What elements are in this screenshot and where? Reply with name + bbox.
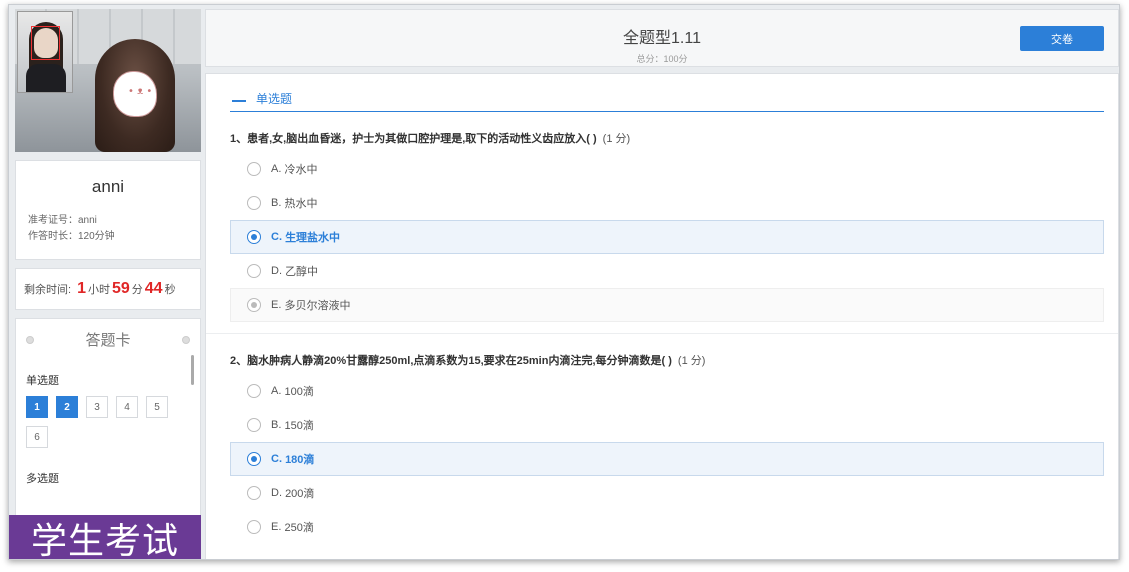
question-points: (1 分): [602, 133, 631, 145]
exam-title: 全题型1.11: [623, 30, 701, 47]
timer-hours-unit: 小时: [87, 284, 110, 296]
option-e[interactable]: E. 多贝尔溶液中: [230, 288, 1104, 322]
exam-header: 全题型1.11 总分：100分 交卷: [205, 9, 1119, 67]
option-text: 250滴: [284, 522, 314, 534]
radio-icon[interactable]: [247, 196, 261, 210]
radio-selected-icon[interactable]: [247, 452, 261, 466]
radio-icon[interactable]: [247, 264, 261, 278]
option-a[interactable]: A. 100滴: [230, 374, 1104, 408]
privacy-sticker-icon: • ᴥ •: [113, 71, 157, 117]
answer-sheet-section-single: 单选题: [26, 375, 59, 387]
answer-sheet-scrollbar[interactable]: [191, 355, 194, 385]
watermark-banner: 学生考试: [9, 515, 201, 559]
option-b[interactable]: B. 热水中: [230, 186, 1104, 220]
option-letter: B.: [271, 197, 282, 209]
section-marker-icon: [232, 99, 246, 102]
radio-icon[interactable]: [247, 162, 261, 176]
section-title: 单选题: [256, 92, 293, 106]
option-letter: A.: [271, 163, 282, 175]
answer-cell[interactable]: 2: [56, 396, 78, 418]
duration-row: 作答时长：120分钟: [28, 229, 188, 245]
option-letter: C.: [271, 453, 282, 465]
option-text: 200滴: [285, 488, 315, 500]
radio-icon[interactable]: [247, 384, 261, 398]
submit-button[interactable]: 交卷: [1020, 26, 1104, 51]
question-stem: 2、脑水肿病人静滴20%甘露醇250ml,点滴系数为15,要求在25min内滴注…: [230, 352, 1104, 368]
exam-id-label: 准考证号：: [28, 215, 78, 226]
radio-icon[interactable]: [247, 418, 261, 432]
photo-body: [26, 64, 66, 92]
option-text: 多贝尔溶液中: [284, 300, 351, 312]
exam-total-score: 总分：100分: [636, 54, 688, 64]
duration-value: 120分钟: [78, 231, 115, 242]
option-letter: D.: [271, 487, 282, 499]
question-divider: [206, 322, 1118, 334]
question-points: (1 分): [677, 355, 706, 367]
option-d[interactable]: D. 200滴: [230, 476, 1104, 510]
webcam-feed: • ᴥ •: [15, 9, 201, 152]
main-panel: 全题型1.11 总分：100分 交卷 单选题 1、患者,女,脑出血昏迷，护士为其…: [205, 9, 1119, 559]
student-name: anni: [91, 177, 125, 196]
answer-sheet-grid-single: 1 2 3 4 5 6: [26, 396, 186, 448]
exam-id-row: 准考证号：anni: [28, 213, 188, 229]
radio-icon[interactable]: [247, 486, 261, 500]
id-photo: [17, 11, 73, 93]
timer-label: 剩余时间:: [24, 284, 72, 296]
option-a[interactable]: A. 冷水中: [230, 152, 1104, 186]
dot-icon: [26, 335, 34, 344]
face-detect-box: [31, 26, 60, 60]
answer-cell[interactable]: 1: [26, 396, 48, 418]
option-letter: E.: [271, 299, 282, 311]
answer-cell[interactable]: 3: [86, 396, 108, 418]
answer-sheet-title: 答题卡: [85, 332, 131, 349]
option-text: 热水中: [284, 198, 318, 210]
dot-icon: [181, 335, 190, 344]
option-letter: D.: [271, 265, 282, 277]
exam-window: • ᴥ • anni 准考证号：anni 作答时长：120分钟 剩余时间: 1 …: [8, 4, 1120, 560]
countdown-timer: 剩余时间: 1 小时 59 分 44 秒: [15, 268, 201, 310]
answer-cell[interactable]: 6: [26, 426, 48, 448]
question-text: 1、患者,女,脑出血昏迷，护士为其做口腔护理是,取下的活动性义齿应放入( ): [230, 133, 597, 145]
radio-hover-icon[interactable]: [247, 298, 261, 312]
left-panel: • ᴥ • anni 准考证号：anni 作答时长：120分钟 剩余时间: 1 …: [15, 9, 201, 559]
question-stem: 1、患者,女,脑出血昏迷，护士为其做口腔护理是,取下的活动性义齿应放入( ) (1…: [230, 130, 1104, 146]
option-c[interactable]: C. 180滴: [230, 442, 1104, 476]
option-d[interactable]: D. 乙醇中: [230, 254, 1104, 288]
option-b[interactable]: B. 150滴: [230, 408, 1104, 442]
question-text: 2、脑水肿病人静滴20%甘露醇250ml,点滴系数为15,要求在25min内滴注…: [230, 355, 672, 367]
answer-cell[interactable]: 4: [116, 396, 138, 418]
option-text: 乙醇中: [285, 266, 319, 278]
answer-cell[interactable]: 5: [146, 396, 168, 418]
question-options: A. 100滴 B. 150滴 C. 180滴 D. 200滴 E. 250滴: [230, 374, 1104, 544]
timer-seconds: 44: [144, 280, 163, 297]
student-info-card: anni 准考证号：anni 作答时长：120分钟: [15, 160, 201, 260]
option-text: 冷水中: [284, 164, 318, 176]
section-heading: 单选题: [230, 86, 1104, 112]
timer-minutes-unit: 分: [131, 284, 143, 296]
timer-seconds-unit: 秒: [164, 284, 176, 296]
question-options: A. 冷水中 B. 热水中 C. 生理盐水中 D. 乙醇中 E. 多贝尔溶液中: [230, 152, 1104, 322]
answer-sheet-header: 答题卡: [26, 329, 190, 350]
option-e[interactable]: E. 250滴: [230, 510, 1104, 544]
option-letter: C.: [271, 231, 282, 243]
question-area[interactable]: 单选题 1、患者,女,脑出血昏迷，护士为其做口腔护理是,取下的活动性义齿应放入(…: [205, 73, 1119, 559]
option-c[interactable]: C. 生理盐水中: [230, 220, 1104, 254]
radio-selected-icon[interactable]: [247, 230, 261, 244]
answer-sheet-section-multi: 多选题: [26, 473, 59, 485]
duration-label: 作答时长：: [28, 231, 78, 242]
option-text: 150滴: [284, 420, 314, 432]
option-text: 100滴: [284, 386, 314, 398]
timer-hours: 1: [77, 280, 86, 297]
radio-icon[interactable]: [247, 520, 261, 534]
exam-id-value: anni: [78, 215, 97, 226]
option-letter: B.: [271, 419, 282, 431]
option-text: 生理盐水中: [285, 232, 341, 244]
timer-minutes: 59: [111, 280, 130, 297]
option-letter: A.: [271, 385, 282, 397]
option-letter: E.: [271, 521, 282, 533]
option-text: 180滴: [285, 454, 315, 466]
